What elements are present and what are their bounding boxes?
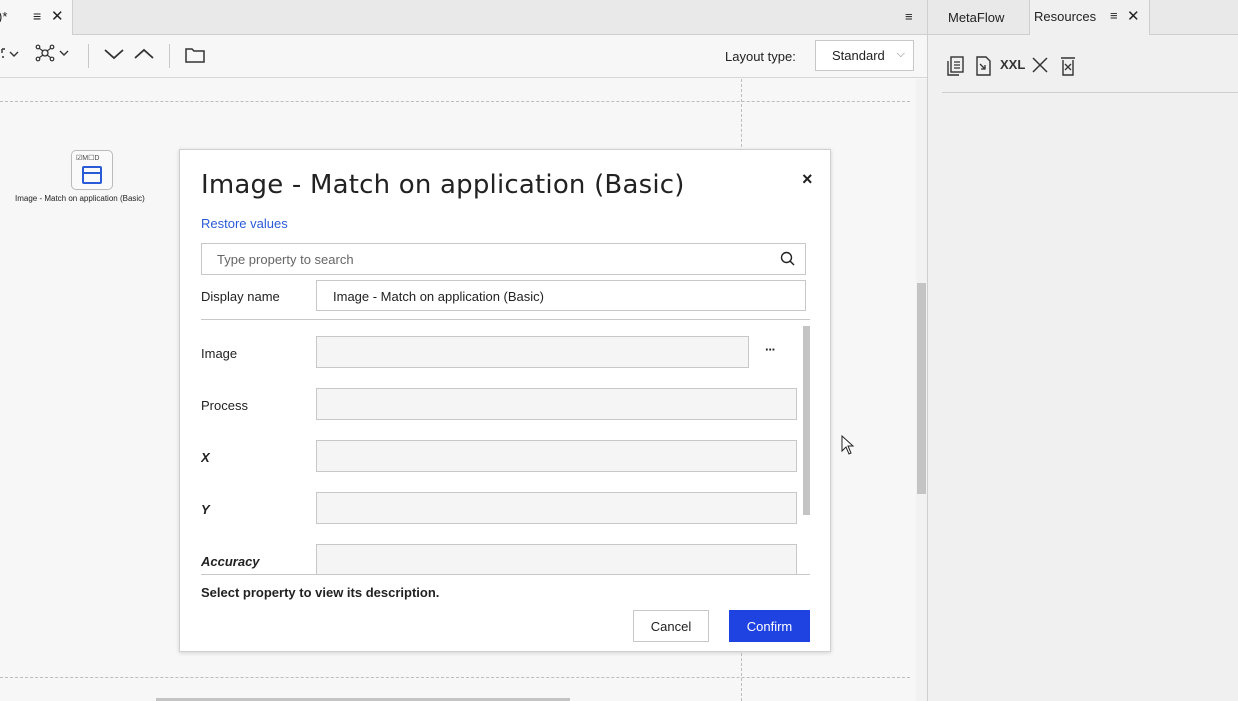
close-icon[interactable]	[1030, 55, 1050, 77]
dialog-title: Image - Match on application (Basic)	[201, 170, 685, 200]
search-icon[interactable]	[780, 251, 795, 266]
network-icon[interactable]	[35, 44, 71, 62]
tab-label: Resources	[1034, 9, 1097, 24]
property-label-process: Process	[201, 398, 248, 413]
property-label-image: Image	[201, 346, 238, 361]
lane-divider	[0, 677, 910, 678]
editor-tab-bar: )* ≡ ✕ ≡	[0, 0, 927, 35]
toolbar-separator	[88, 44, 89, 68]
property-label-accuracy: Accuracy	[201, 554, 260, 569]
image-browse-button[interactable]: ···	[765, 342, 776, 357]
properties-dialog: Image - Match on application (Basic) × R…	[179, 149, 831, 652]
mouse-cursor-icon	[841, 435, 855, 455]
lane-divider	[0, 101, 910, 102]
right-panel-tabs: MetaFlow Resources ≡ ✕	[928, 0, 1238, 35]
chevron-down-icon[interactable]	[103, 47, 125, 61]
tab-metaflow[interactable]: MetaFlow	[928, 0, 1030, 35]
editor-toolbar: Layout type: Standard ⌵	[0, 35, 927, 78]
image-field[interactable]	[316, 336, 749, 368]
chevron-down-icon: ⌵	[896, 48, 905, 60]
tab-menu-icon[interactable]: ≡	[33, 8, 41, 24]
chevron-up-icon[interactable]	[133, 47, 155, 61]
right-panel: MetaFlow Resources ≡ ✕ XXL	[927, 0, 1238, 701]
y-field[interactable]	[316, 492, 797, 524]
resources-toolbar: XXL	[942, 53, 1238, 93]
folder-icon[interactable]	[184, 46, 206, 64]
property-description: Select property to view its description.	[201, 585, 440, 600]
x-field[interactable]	[316, 440, 797, 472]
accuracy-field[interactable]	[316, 544, 797, 574]
tab-menu-icon[interactable]: ≡	[1110, 8, 1118, 23]
divider	[201, 319, 810, 320]
confirm-button[interactable]: Confirm	[729, 610, 810, 642]
expand-icon[interactable]	[0, 47, 20, 61]
toolbar-separator	[169, 44, 170, 68]
property-search-input[interactable]	[202, 244, 772, 274]
layout-type-label: Layout type:	[725, 49, 796, 64]
cancel-button[interactable]: Cancel	[633, 610, 709, 642]
document-tab-title: )*	[0, 9, 8, 24]
tab-resources[interactable]: Resources ≡ ✕	[1030, 0, 1150, 35]
tab-close-icon[interactable]: ✕	[1127, 7, 1140, 25]
property-list-scrollbar[interactable]	[803, 326, 810, 515]
layout-type-value: Standard	[832, 48, 885, 63]
copy-document-icon[interactable]	[946, 55, 966, 77]
flow-node-label: Image - Match on application (Basic)	[15, 194, 145, 203]
dialog-close-icon[interactable]: ×	[802, 169, 813, 190]
tabbar-menu-icon[interactable]: ≡	[905, 9, 913, 24]
property-search	[201, 243, 806, 275]
flow-node-image-match[interactable]: ☑M☐D	[71, 150, 113, 190]
document-tab[interactable]: )* ≡ ✕	[0, 0, 73, 35]
display-name-field[interactable]: Image - Match on application (Basic)	[316, 280, 806, 311]
delete-document-icon[interactable]	[1058, 55, 1078, 77]
tab-close-icon[interactable]: ✕	[51, 7, 64, 25]
canvas-vertical-scrollbar[interactable]	[916, 79, 927, 701]
tab-label: MetaFlow	[948, 10, 1005, 25]
xxl-button[interactable]: XXL	[1000, 57, 1025, 72]
property-list: Image ··· Process X Y Accuracy	[201, 326, 810, 574]
import-document-icon[interactable]	[974, 55, 994, 77]
display-name-label: Display name	[201, 289, 280, 304]
property-label-x: X	[201, 450, 210, 465]
layout-type-select[interactable]: Standard ⌵	[815, 40, 914, 71]
property-label-y: Y	[201, 502, 210, 517]
scrollbar-thumb[interactable]	[917, 283, 926, 494]
process-field[interactable]	[316, 388, 797, 420]
window-icon	[82, 166, 102, 184]
node-badges: ☑M☐D	[76, 155, 100, 162]
restore-values-link[interactable]: Restore values	[201, 216, 288, 231]
divider	[201, 574, 810, 575]
